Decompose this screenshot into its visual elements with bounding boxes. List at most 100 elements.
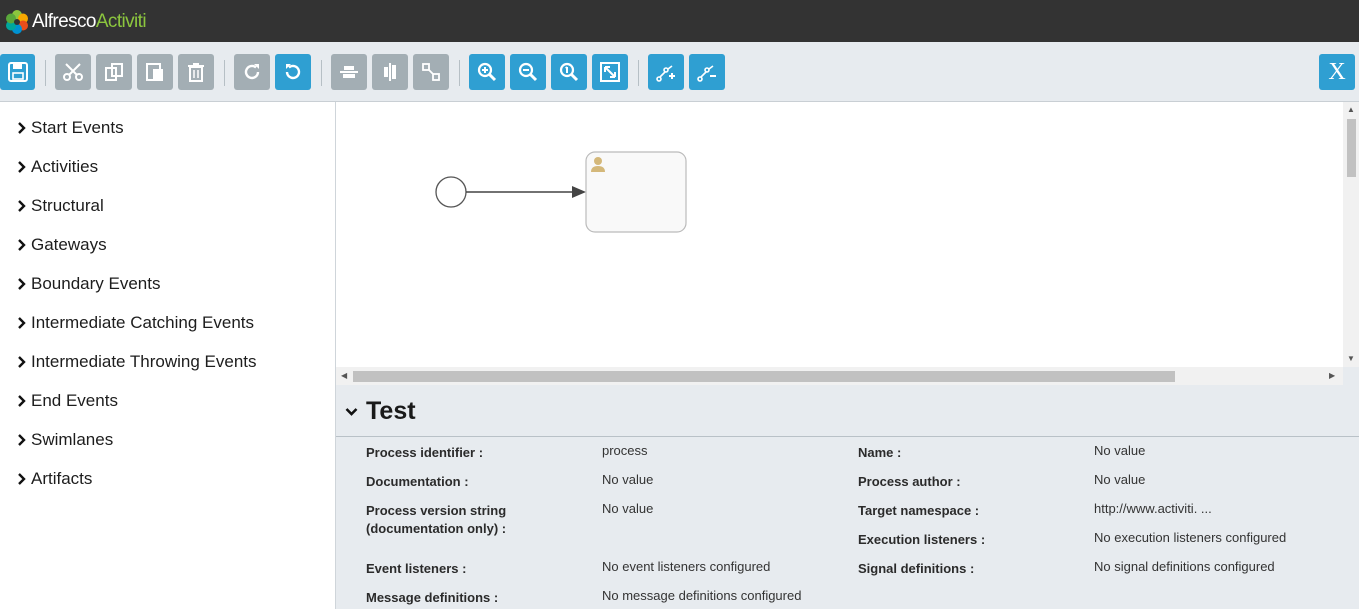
property-label-documentation: Documentation : [366, 474, 469, 489]
horizontal-scroll-thumb[interactable] [353, 371, 1175, 382]
property-value-name[interactable]: No value [1094, 442, 1145, 460]
palette-group-end-events[interactable]: End Events [17, 390, 118, 412]
palette-group-label: Activities [31, 157, 99, 176]
property-value-signal-definitions[interactable]: No signal definitions configured [1094, 558, 1275, 576]
palette-group-gateways[interactable]: Gateways [17, 234, 107, 256]
chevron-right-icon [18, 317, 26, 329]
remove-bendpoint-button[interactable] [689, 54, 725, 90]
canvas-horizontal-scrollbar[interactable]: ◀ ▶ [336, 367, 1343, 385]
delete-icon [188, 63, 204, 82]
paste-button[interactable] [137, 54, 173, 90]
redo-icon [244, 64, 260, 80]
property-value-process-identifier[interactable]: process [602, 442, 648, 460]
palette-group-label: Intermediate Catching Events [31, 313, 255, 332]
chevron-right-icon [18, 161, 26, 173]
align-horizontal-button[interactable] [331, 54, 367, 90]
palette-group-label: Boundary Events [31, 274, 161, 293]
palette-group-start-events[interactable]: Start Events [17, 117, 124, 139]
chevron-down-icon[interactable] [345, 407, 358, 417]
palette-group-swimlanes[interactable]: Swimlanes [17, 429, 113, 451]
palette-group-activities[interactable]: Activities [17, 156, 98, 178]
palette-group-label: Start Events [31, 118, 124, 137]
align-vertical-button[interactable] [372, 54, 408, 90]
properties-panel: Test Process identifier : process Docume… [336, 385, 1359, 609]
zoom-in-button[interactable] [469, 54, 505, 90]
toolbar-separator [45, 60, 46, 86]
brand-name-primary: Alfresco [32, 11, 96, 32]
property-label-name: Name : [858, 445, 902, 460]
add-bendpoint-icon [656, 65, 675, 82]
palette-group-label: Structural [31, 196, 104, 215]
zoom-in-icon [477, 62, 497, 82]
chevron-right-icon [18, 200, 26, 212]
chevron-right-icon [18, 395, 26, 407]
undo-icon [285, 64, 301, 80]
toolbar-separator [459, 60, 460, 86]
property-value-target-namespace[interactable]: http://www.activiti. ... [1094, 500, 1212, 518]
palette-group-boundary-events[interactable]: Boundary Events [17, 273, 160, 295]
zoom-out-icon [518, 62, 538, 82]
property-label-process-identifier: Process identifier : [366, 445, 484, 460]
cut-icon [63, 63, 83, 81]
property-value-process-author[interactable]: No value [1094, 471, 1145, 489]
properties-title: Test [366, 397, 416, 425]
toolbar-separator [638, 60, 639, 86]
save-icon [7, 62, 28, 82]
property-value-execution-listeners[interactable]: No execution listeners configured [1094, 529, 1286, 547]
property-label-event-listeners: Event listeners : [366, 561, 467, 576]
property-value-documentation[interactable]: No value [602, 471, 653, 489]
properties-divider [336, 436, 1359, 437]
palette-group-artifacts[interactable]: Artifacts [17, 468, 92, 490]
palette-group-intermediate-catching-events[interactable]: Intermediate Catching Events [17, 312, 254, 334]
add-bendpoint-button[interactable] [648, 54, 684, 90]
canvas-vertical-scrollbar[interactable]: ▲ ▼ [1343, 102, 1359, 367]
align-horizontal-icon [340, 66, 358, 78]
scroll-right-arrow-icon[interactable]: ▶ [1329, 371, 1335, 381]
zoom-out-button[interactable] [510, 54, 546, 90]
zoom-actual-icon [559, 62, 579, 82]
property-value-event-listeners[interactable]: No event listeners configured [602, 558, 770, 576]
property-value-process-version[interactable]: No value [602, 500, 653, 518]
zoom-fit-icon [600, 62, 620, 82]
same-size-button[interactable] [413, 54, 449, 90]
palette-group-intermediate-throwing-events[interactable]: Intermediate Throwing Events [17, 351, 257, 373]
save-button[interactable] [0, 54, 35, 90]
alfresco-flower-icon [6, 10, 28, 34]
copy-icon [105, 63, 123, 81]
chevron-right-icon [18, 356, 26, 368]
toolbar-separator [321, 60, 322, 86]
undo-button[interactable] [275, 54, 311, 90]
paste-icon [146, 63, 163, 81]
zoom-actual-button[interactable] [551, 54, 587, 90]
cut-button[interactable] [55, 54, 91, 90]
chevron-right-icon [18, 122, 26, 134]
diagram-canvas[interactable] [336, 102, 1359, 385]
palette-group-label: Artifacts [31, 469, 93, 488]
close-editor-button[interactable]: X [1319, 54, 1355, 90]
palette-group-label: End Events [31, 391, 118, 410]
delete-button[interactable] [178, 54, 214, 90]
redo-button[interactable] [234, 54, 270, 90]
palette-group-structural[interactable]: Structural [17, 195, 104, 217]
editor-toolbar: X [0, 42, 1359, 102]
property-label-message-definitions: Message definitions : [366, 590, 499, 605]
brand-name-secondary: Activiti [95, 11, 147, 32]
alfresco-logo: AlfrescoActiviti [4, 9, 147, 35]
user-task[interactable] [585, 151, 687, 233]
scroll-up-arrow-icon[interactable]: ▲ [1347, 105, 1355, 115]
shape-palette: Start Events Activities Structural Gatew… [0, 102, 336, 609]
property-value-message-definitions[interactable]: No message definitions configured [602, 587, 801, 605]
palette-group-label: Swimlanes [31, 430, 114, 449]
copy-button[interactable] [96, 54, 132, 90]
property-label-process-author: Process author : [858, 474, 961, 489]
vertical-scroll-thumb[interactable] [1347, 119, 1356, 177]
zoom-fit-button[interactable] [592, 54, 628, 90]
start-event[interactable] [435, 176, 467, 208]
chevron-right-icon [18, 473, 26, 485]
scroll-left-arrow-icon[interactable]: ◀ [341, 371, 347, 381]
diagram-svg [435, 151, 687, 233]
app-header: AlfrescoActiviti [0, 0, 1359, 42]
chevron-right-icon [18, 434, 26, 446]
scroll-down-arrow-icon[interactable]: ▼ [1347, 354, 1355, 364]
sequence-flow-arrowhead [572, 186, 586, 198]
